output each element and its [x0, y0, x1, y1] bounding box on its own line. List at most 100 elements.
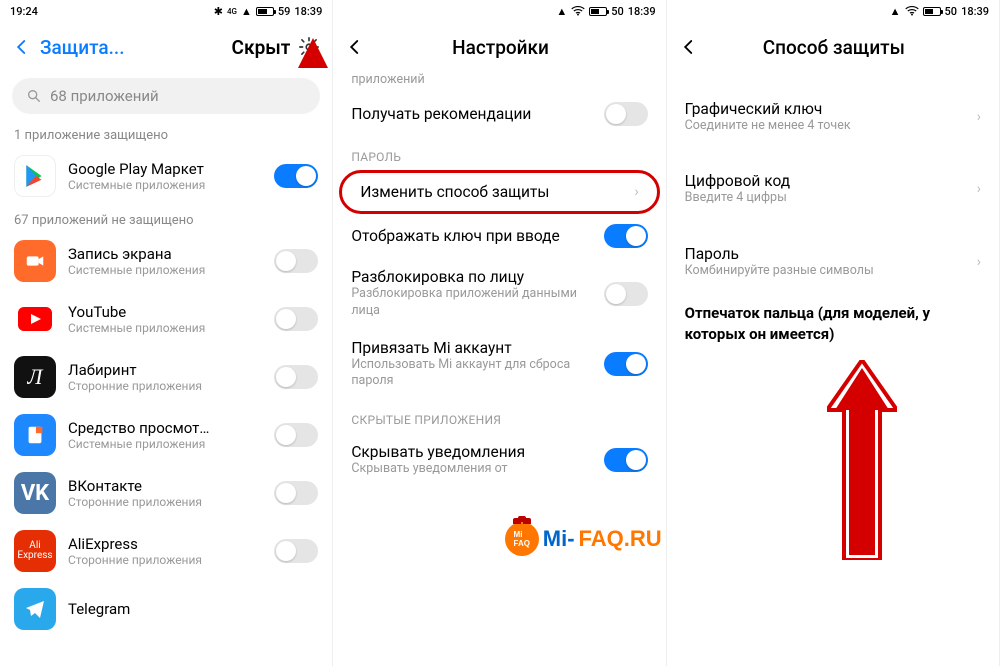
page-title: Способ защиты: [707, 36, 961, 59]
signal-icon: ▲: [890, 5, 901, 18]
tab-protect[interactable]: Защита...: [40, 36, 125, 59]
setting-label: Отображать ключ при вводе: [351, 227, 593, 245]
aliexpress-icon: AliExpress: [14, 530, 56, 572]
setting-sublabel: Соедините не менее 4 точек: [685, 118, 967, 134]
search-input[interactable]: 68 приложений: [12, 78, 320, 114]
tab-hidden[interactable]: Скрыт: [232, 36, 291, 59]
setting-label: Получать рекомендации: [351, 105, 593, 123]
app-row-vk[interactable]: VK ВКонтактеСторонние приложения: [0, 464, 332, 522]
setting-label: Изменить способ защиты: [360, 183, 624, 201]
toggle[interactable]: [604, 282, 648, 306]
wifi-icon: [571, 6, 585, 16]
bluetooth-icon: ✱: [214, 5, 223, 18]
statusbar: ▲ 50 18:39: [667, 0, 999, 22]
toggle[interactable]: [274, 481, 318, 505]
google-play-icon: [14, 155, 56, 197]
header: Защита... Скрыт: [0, 22, 332, 72]
screen-app-lock: 19:24 ✱ 4G ▲ 59 18:39 Защита... Скрыт 68…: [0, 0, 333, 666]
app-label: Google Play Маркет: [68, 160, 262, 178]
app-row-aliexpress[interactable]: AliExpress AliExpressСторонние приложени…: [0, 522, 332, 580]
toggle[interactable]: [274, 249, 318, 273]
annotation-arrow-note: [827, 360, 897, 560]
back-icon[interactable]: [12, 37, 32, 57]
app-sub: Сторонние приложения: [68, 379, 262, 393]
toggle[interactable]: [274, 307, 318, 331]
row-recommend[interactable]: Получать рекомендации: [333, 92, 665, 136]
app-row-screen-recorder[interactable]: Запись экранаСистемные приложения: [0, 232, 332, 290]
toggle[interactable]: [604, 448, 648, 472]
toggle[interactable]: [604, 352, 648, 376]
setting-sublabel: Использовать Mi аккаунт для сброса парол…: [351, 357, 593, 390]
gear-icon[interactable]: [298, 36, 320, 58]
back-icon[interactable]: [345, 37, 365, 57]
section-protected: 1 приложение защищено: [0, 120, 332, 147]
row-password[interactable]: Пароль Комбинируйте разные символы ›: [667, 235, 999, 289]
app-row-telegram[interactable]: Telegram: [0, 580, 332, 638]
app-sub: Системные приложения: [68, 263, 262, 277]
app-sub: Системные приложения: [68, 437, 262, 451]
setting-label: Разблокировка по лицу: [351, 268, 593, 286]
screen-settings: ▲ 50 18:39 Настройки приложений Получать…: [333, 0, 666, 666]
back-icon[interactable]: [679, 37, 699, 57]
setting-label: Привязать Mi аккаунт: [351, 339, 593, 357]
toggle[interactable]: [274, 539, 318, 563]
lte-icon: 4G: [227, 7, 237, 16]
row-hide-notifications[interactable]: Скрывать уведомления Скрывать уведомлени…: [333, 433, 665, 487]
toggle[interactable]: [274, 423, 318, 447]
page-title: Настройки: [373, 36, 627, 59]
row-change-method[interactable]: Изменить способ защиты ›: [339, 170, 659, 214]
battery-icon: [589, 7, 607, 16]
signal-icon: ▲: [241, 5, 252, 18]
wifi-icon: [905, 6, 919, 16]
fingerprint-note: Отпечаток пальца (для моделей, у которых…: [667, 289, 999, 345]
app-sub: Сторонние приложения: [68, 495, 262, 509]
section-password: ПАРОЛЬ: [333, 136, 665, 170]
statusbar: ▲ 50 18:39: [333, 0, 665, 22]
cutoff-text: приложений: [333, 72, 665, 92]
setting-label: Цифровой код: [685, 172, 967, 190]
recorder-icon: [14, 240, 56, 282]
battery-icon: [256, 7, 274, 16]
row-mi-account[interactable]: Привязать Mi аккаунт Использовать Mi акк…: [333, 329, 665, 400]
setting-label: Графический ключ: [685, 100, 967, 118]
row-face-unlock[interactable]: Разблокировка по лицу Разблокировка прил…: [333, 258, 665, 329]
row-pin[interactable]: Цифровой код Введите 4 цифры ›: [667, 162, 999, 216]
header: Способ защиты: [667, 22, 999, 72]
toggle[interactable]: [274, 164, 318, 188]
battery-percent: 59: [278, 5, 291, 18]
watermark-text-blue: Mi-: [543, 526, 575, 552]
toggle[interactable]: [274, 365, 318, 389]
battery-icon: [923, 7, 941, 16]
section-hidden: СКРЫТЫЕ ПРИЛОЖЕНИЯ: [333, 399, 665, 433]
section-unprotected: 67 приложений не защищено: [0, 205, 332, 232]
watermark: MiFAQ Mi-FAQ.RU: [505, 522, 662, 556]
row-show-key[interactable]: Отображать ключ при вводе: [333, 214, 665, 258]
chevron-right-icon: ›: [977, 181, 981, 197]
setting-label: Скрывать уведомления: [351, 443, 593, 461]
telegram-icon: [14, 588, 56, 630]
app-label: Запись экрана: [68, 245, 262, 263]
app-row-labyrinth[interactable]: Л ЛабиринтСторонние приложения: [0, 348, 332, 406]
app-row-viewer[interactable]: Средство просмот…Системные приложения: [0, 406, 332, 464]
toggle[interactable]: [604, 102, 648, 126]
app-row-youtube[interactable]: YouTubeСистемные приложения: [0, 290, 332, 348]
status-time: 18:39: [628, 5, 656, 18]
toggle[interactable]: [604, 224, 648, 248]
app-label: AliExpress: [68, 535, 262, 553]
youtube-icon: [14, 298, 56, 340]
header: Настройки: [333, 22, 665, 72]
battery-percent: 50: [611, 5, 624, 18]
status-right: ▲ 50 18:39: [556, 5, 655, 18]
watermark-text-orange: FAQ.RU: [579, 526, 662, 552]
setting-sublabel: Комбинируйте разные символы: [685, 263, 967, 279]
setting-sublabel: Введите 4 цифры: [685, 190, 967, 206]
app-row-google-play[interactable]: Google Play Маркет Системные приложения: [0, 147, 332, 205]
app-label: Telegram: [68, 600, 318, 618]
app-label: YouTube: [68, 303, 262, 321]
statusbar: 19:24 ✱ 4G ▲ 59 18:39: [0, 0, 332, 22]
status-time-right: 18:39: [294, 5, 322, 18]
app-sub: Сторонние приложения: [68, 553, 262, 567]
app-sub: Системные приложения: [68, 321, 262, 335]
row-pattern[interactable]: Графический ключ Соедините не менее 4 то…: [667, 90, 999, 144]
battery-percent: 50: [945, 5, 958, 18]
